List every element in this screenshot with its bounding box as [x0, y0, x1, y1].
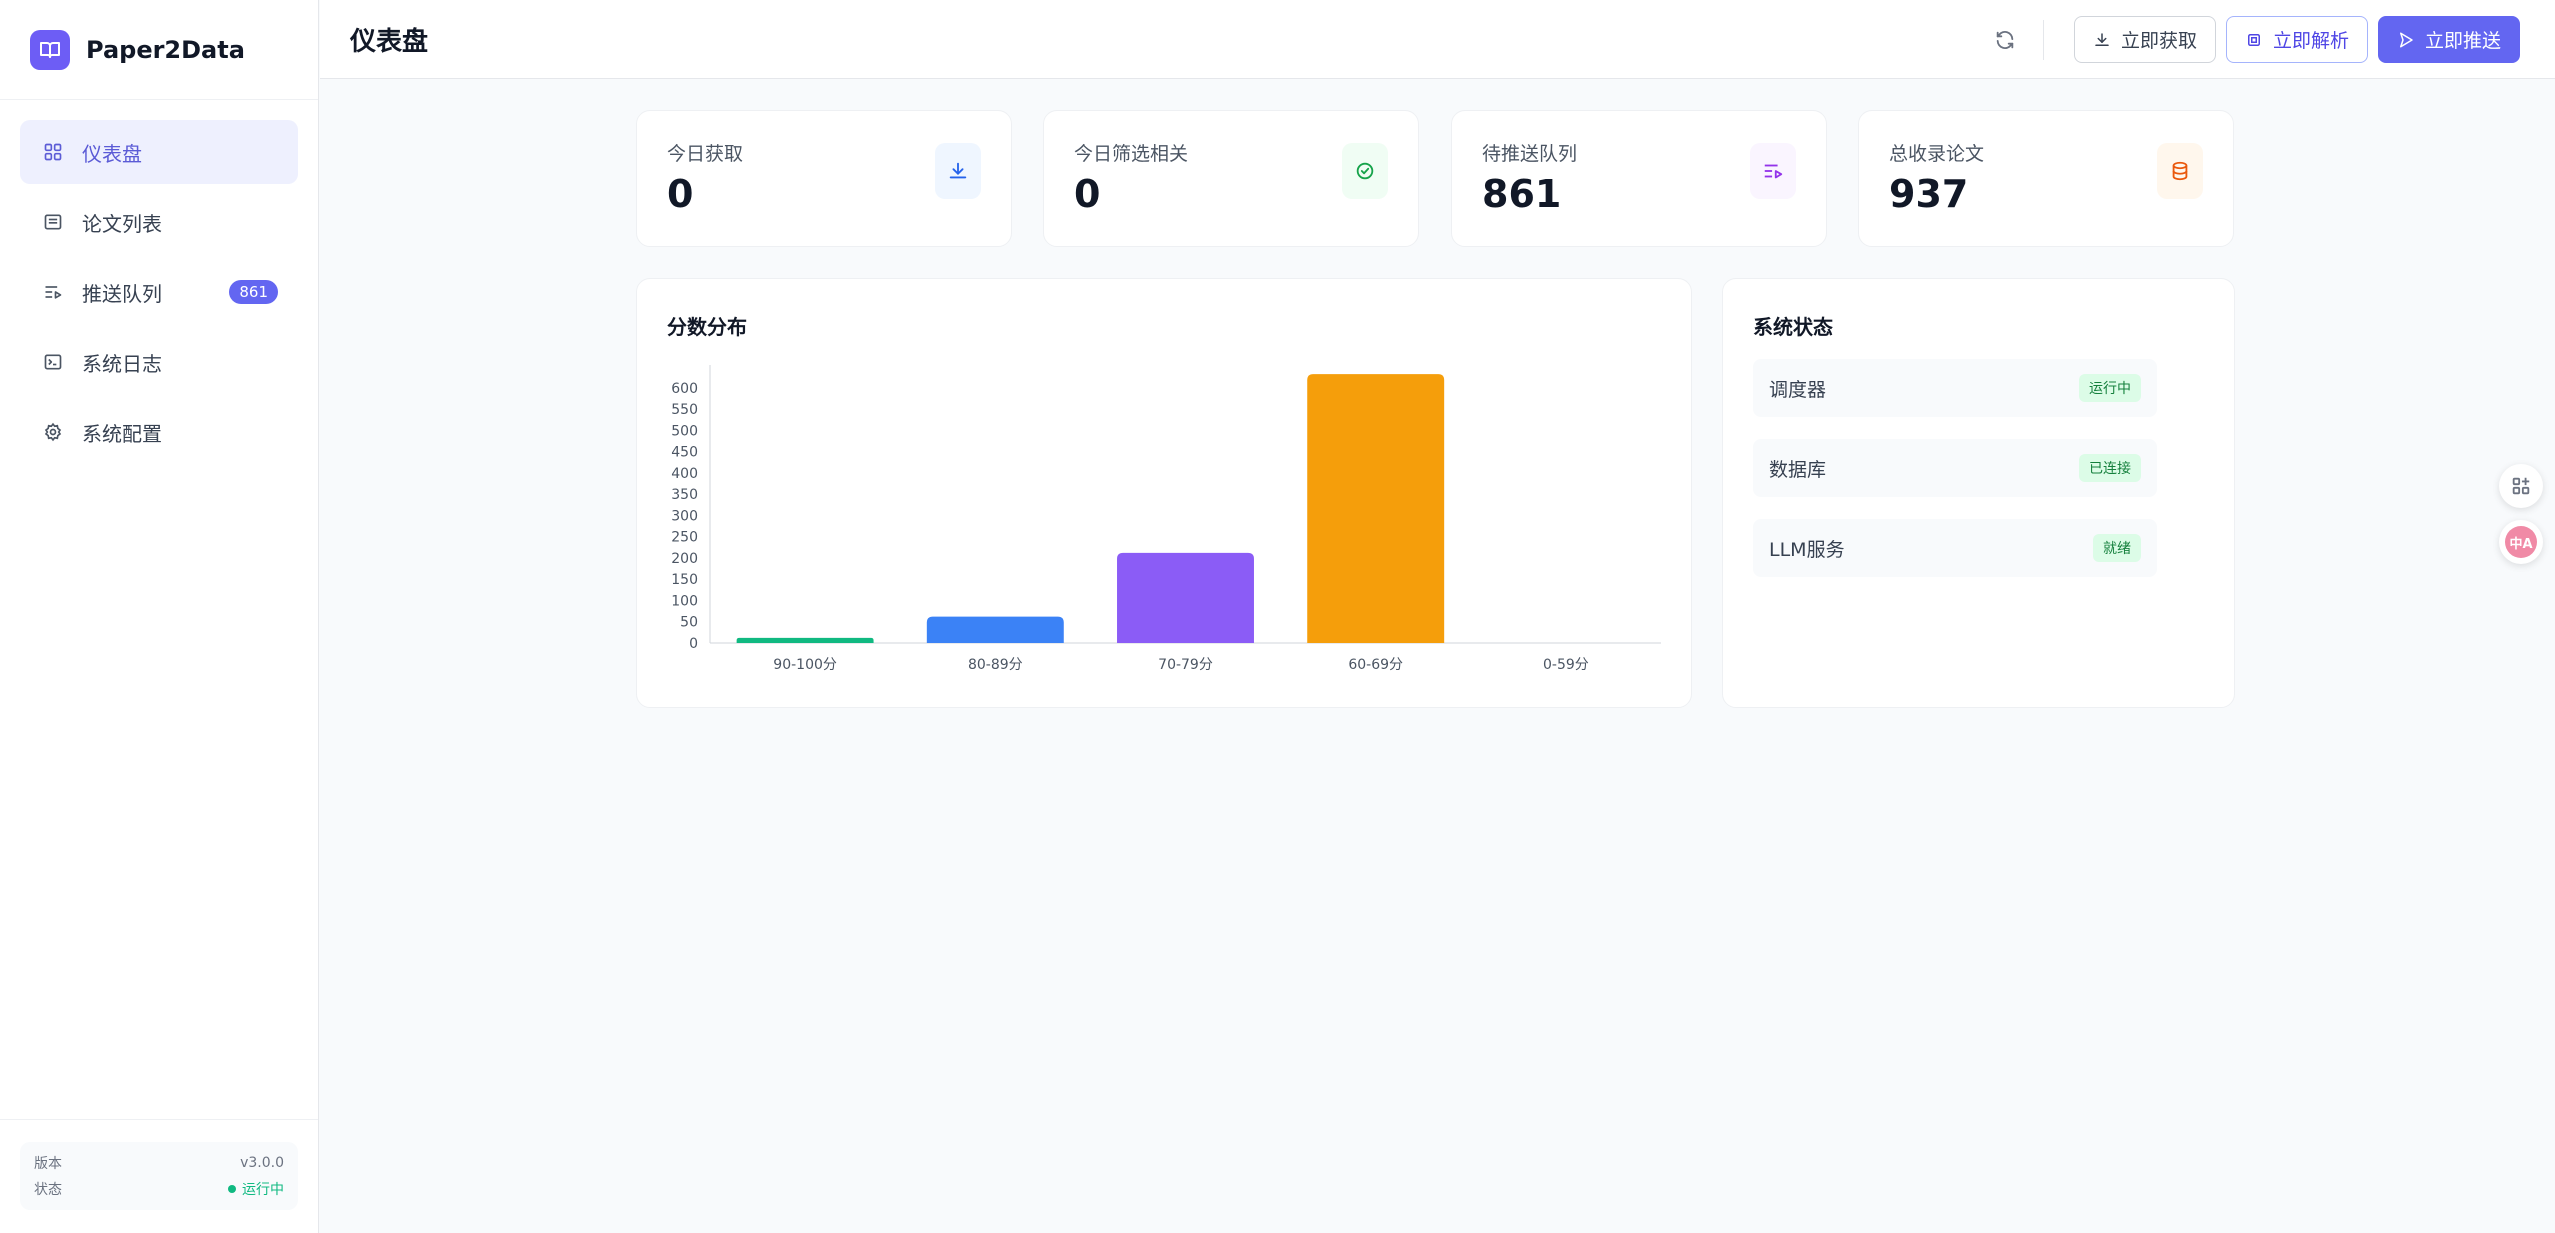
x-tick-label: 90-100分 — [773, 657, 837, 673]
status-badge: 运行中 — [2079, 374, 2141, 402]
version-card: 版本 v3.0.0 状态 运行中 — [20, 1142, 298, 1210]
chart-bar[interactable] — [1117, 552, 1254, 643]
stat-card-fetched-today: 今日获取 0 — [636, 110, 1012, 247]
y-tick-label: 50 — [680, 615, 698, 631]
queue-count-badge: 861 — [229, 280, 278, 304]
gear-icon — [42, 421, 64, 443]
translate-icon: 中A — [2505, 526, 2537, 558]
status-value: 运行中 — [228, 1179, 284, 1199]
status-name: LLM服务 — [1769, 538, 1845, 561]
refresh-button[interactable] — [1985, 20, 2025, 60]
score-distribution-chart: 0 50 100 150 200 250 300 350 400 450 500 550 600 90-1… — [671, 365, 1661, 673]
parse-now-button[interactable]: 立即解析 — [2225, 16, 2368, 63]
push-now-label: 立即推送 — [2424, 30, 2501, 52]
check-circle-icon — [1342, 143, 1388, 199]
y-tick-label: 350 — [671, 487, 698, 503]
download-icon — [935, 143, 981, 199]
sidebar-item-papers[interactable]: 论文列表 — [20, 190, 298, 254]
terminal-icon — [42, 351, 64, 373]
version-label: 版本 — [34, 1156, 62, 1172]
queue-play-icon — [1750, 143, 1796, 199]
version-value: v3.0.0 — [240, 1155, 284, 1171]
sidebar-item-label: 系统配置 — [82, 421, 162, 446]
x-tick-label: 0-59分 — [1543, 657, 1589, 673]
book-open-icon — [30, 29, 70, 70]
stat-label: 待推送队列 — [1482, 143, 1578, 165]
sidebar-item-label: 论文列表 — [82, 211, 162, 236]
top-header: 仪表盘 立即获取 立即解析 立即推送 — [320, 0, 2555, 79]
system-status-title: 系统状态 — [1753, 315, 1833, 339]
sidebar-item-push-queue[interactable]: 推送队列 861 — [20, 260, 298, 324]
y-tick-label: 100 — [671, 593, 698, 609]
brand[interactable]: Paper2Data — [0, 0, 318, 100]
sidebar-footer: 版本 v3.0.0 状态 运行中 — [0, 1119, 318, 1233]
sidebar: Paper2Data 仪表盘 论文列表 推送队列 861 系统日志 系统配置 版… — [0, 0, 319, 1233]
list-icon — [42, 211, 64, 233]
download-icon — [2095, 32, 2109, 46]
stat-card-push-queue: 待推送队列 861 — [1451, 110, 1827, 247]
y-tick-label: 600 — [671, 381, 698, 397]
status-name: 调度器 — [1769, 378, 1827, 401]
fetch-now-label: 立即获取 — [2120, 30, 2197, 52]
app-name: Paper2Data — [86, 35, 245, 64]
status-dot-icon — [228, 1185, 236, 1193]
status-name: 数据库 — [1769, 458, 1827, 481]
chart-bar[interactable] — [926, 616, 1064, 643]
stat-label: 今日获取 — [667, 143, 744, 165]
y-tick-label: 150 — [671, 572, 698, 588]
header-divider — [2042, 19, 2044, 60]
status-value-text: 运行中 — [242, 1182, 284, 1198]
sidebar-item-label: 推送队列 — [82, 281, 162, 306]
stat-card-total-papers: 总收录论文 937 — [1858, 110, 2234, 247]
stat-value: 861 — [1482, 172, 1562, 216]
system-status-panel: 系统状态 调度器 运行中 数据库 已连接 LLM服务 就绪 — [1722, 278, 2235, 708]
dashboard-grid-icon — [42, 141, 64, 163]
x-tick-label: 80-89分 — [968, 657, 1023, 673]
refresh-icon — [1996, 30, 2014, 49]
sidebar-nav: 仪表盘 论文列表 推送队列 861 系统日志 系统配置 — [0, 100, 318, 464]
y-tick-label: 0 — [689, 636, 698, 652]
stat-value: 0 — [1074, 172, 1101, 216]
sidebar-item-label: 系统日志 — [82, 351, 162, 376]
floating-add-widget-button[interactable] — [2499, 464, 2543, 508]
database-icon — [2157, 143, 2203, 199]
sidebar-item-settings[interactable]: 系统配置 — [20, 400, 298, 464]
fetch-now-button[interactable]: 立即获取 — [2073, 16, 2216, 63]
status-row-database: 数据库 已连接 — [1753, 439, 2157, 497]
queue-play-icon — [42, 281, 64, 303]
stat-value: 0 — [667, 172, 694, 216]
header-actions: 立即获取 立即解析 立即推送 — [1985, 16, 2520, 63]
stat-label: 今日筛选相关 — [1074, 143, 1189, 165]
stat-value: 937 — [1889, 172, 1969, 216]
status-badge: 已连接 — [2079, 454, 2141, 482]
chart-bar[interactable] — [1307, 374, 1445, 643]
status-row-llm: LLM服务 就绪 — [1753, 519, 2157, 577]
y-tick-label: 300 — [671, 508, 698, 524]
status-label: 状态 — [34, 1182, 62, 1198]
add-widget-icon — [2512, 477, 2530, 495]
y-tick-label: 200 — [671, 551, 698, 567]
sidebar-item-logs[interactable]: 系统日志 — [20, 330, 298, 394]
score-distribution-panel: 分数分布 0 50 100 150 200 250 300 350 400 450 500 550 60… — [636, 278, 1692, 708]
chart-bar[interactable] — [736, 637, 874, 643]
send-icon — [2399, 32, 2413, 47]
floating-translate-button[interactable]: 中A — [2499, 520, 2543, 564]
sidebar-item-label: 仪表盘 — [82, 141, 142, 166]
x-tick-label: 70-79分 — [1158, 657, 1213, 673]
push-now-button[interactable]: 立即推送 — [2377, 16, 2520, 63]
stat-card-relevant-today: 今日筛选相关 0 — [1043, 110, 1419, 247]
sidebar-item-dashboard[interactable]: 仪表盘 — [20, 120, 298, 184]
status-badge: 就绪 — [2093, 534, 2141, 562]
stat-label: 总收录论文 — [1889, 143, 1985, 165]
status-row-scheduler: 调度器 运行中 — [1753, 359, 2157, 417]
parse-now-label: 立即解析 — [2272, 30, 2349, 52]
page-title: 仪表盘 — [350, 26, 429, 57]
y-tick-label: 550 — [671, 402, 698, 418]
y-tick-label: 450 — [671, 445, 698, 461]
y-tick-label: 500 — [671, 423, 698, 439]
y-tick-label: 250 — [671, 530, 698, 546]
x-tick-label: 60-69分 — [1348, 657, 1403, 673]
cpu-icon — [2247, 33, 2260, 46]
y-tick-label: 400 — [671, 466, 698, 482]
